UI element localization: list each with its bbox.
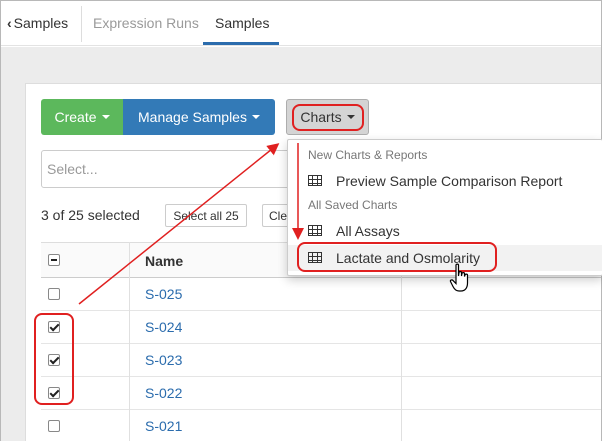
back-link-label: Samples [13,15,69,31]
sample-name-link[interactable]: S-021 [145,418,182,434]
menu-item-label: Preview Sample Comparison Report [336,173,563,189]
manage-samples-label: Manage Samples [138,109,247,125]
sample-name-link[interactable]: S-024 [145,319,182,335]
row-checkbox[interactable] [48,420,60,432]
table-row: S-021 [41,410,601,441]
manage-samples-button[interactable]: Manage Samples [123,99,275,135]
select-all-checkbox[interactable] [48,254,60,266]
sample-name-link[interactable]: S-022 [145,385,182,401]
tab-expression-runs[interactable]: Expression Runs [93,15,199,31]
sample-name-link[interactable]: S-023 [145,352,182,368]
annotation-highlight-charts [292,104,364,131]
top-nav-bar: ‹ Samples Expression Runs Samples [1,1,601,46]
menu-section-header-new: New Charts & Reports [308,148,428,162]
table-row: S-024 [41,311,601,344]
create-button[interactable]: Create [41,99,123,135]
tab-samples[interactable]: Samples [215,15,269,31]
hand-cursor-icon [449,263,469,292]
table-icon [308,175,322,186]
table-row: S-025 [41,278,601,311]
caret-down-icon [251,115,260,119]
filter-select-placeholder: Select... [47,161,98,177]
selection-count: 3 of 25 selected [41,207,140,223]
row-checkbox[interactable] [48,288,60,300]
column-divider [129,242,130,441]
menu-item-label: All Assays [336,223,400,239]
table-icon [308,225,322,236]
select-all-button[interactable]: Select all 25 [165,204,247,227]
chevron-left-icon: ‹ [7,15,12,31]
menu-item-all-assays[interactable]: All Assays [288,218,602,244]
nav-divider [81,6,82,42]
annotation-highlight-checkboxes [34,313,74,405]
sample-name-link[interactable]: S-025 [145,286,182,302]
table-row: S-023 [41,344,601,377]
filter-select[interactable]: Select... [41,150,291,188]
menu-item-preview-report[interactable]: Preview Sample Comparison Report [288,168,602,194]
active-tab-indicator [203,42,279,45]
create-button-label: Create [54,109,97,125]
table-row: S-022 [41,377,601,410]
back-link[interactable]: ‹ Samples [7,15,68,31]
caret-down-icon [101,115,110,119]
column-header-name[interactable]: Name [145,253,183,269]
menu-section-header-saved: All Saved Charts [308,198,398,212]
